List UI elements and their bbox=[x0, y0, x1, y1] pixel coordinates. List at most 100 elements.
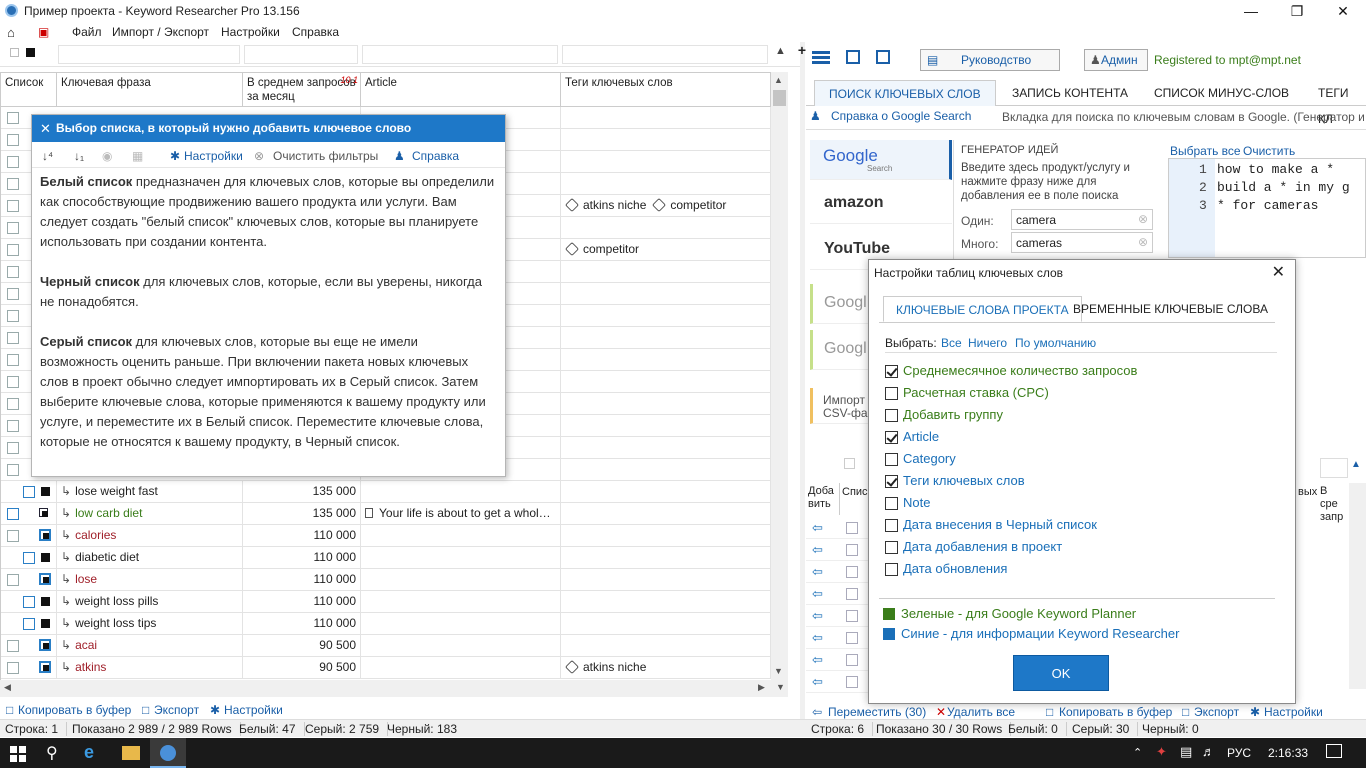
header-avg[interactable]: В сре запр bbox=[1318, 483, 1348, 523]
white-list-checkbox[interactable] bbox=[23, 486, 35, 498]
delete-icon[interactable]: ✕ bbox=[936, 705, 946, 719]
black-list-checkbox[interactable] bbox=[41, 553, 50, 562]
select-default-link[interactable]: По умолчанию bbox=[1015, 336, 1096, 350]
settings-link[interactable]: Настройки bbox=[224, 703, 283, 717]
tags-cell[interactable] bbox=[561, 525, 771, 547]
phrase-filter-input[interactable] bbox=[58, 45, 240, 64]
header-list[interactable]: Список bbox=[1, 73, 57, 107]
explorer-icon[interactable] bbox=[122, 746, 140, 760]
phrase-cell[interactable]: ↳ atkins bbox=[57, 657, 243, 679]
row-checkbox[interactable] bbox=[7, 112, 19, 124]
avg-filter-input[interactable] bbox=[244, 45, 358, 64]
tab-negative-keywords[interactable]: СПИСОК МИНУС-СЛОВ bbox=[1140, 80, 1303, 106]
maximize-button[interactable]: ❐ bbox=[1274, 2, 1320, 22]
filter-white-box[interactable] bbox=[10, 48, 19, 57]
engine-google[interactable]: Google Search bbox=[810, 140, 952, 180]
table-row[interactable]: ⇦ bbox=[806, 649, 868, 671]
table-row[interactable]: ⇦ bbox=[806, 517, 868, 539]
help-icon[interactable]: ♟ bbox=[810, 109, 821, 123]
tags-cell[interactable] bbox=[561, 569, 771, 591]
row-checkbox[interactable] bbox=[846, 610, 858, 622]
popup-help-link[interactable]: Справка bbox=[412, 149, 459, 163]
settings-icon[interactable]: ✱ bbox=[210, 703, 220, 717]
google-search-help-link[interactable]: Справка о Google Search bbox=[831, 109, 971, 123]
filter-black-box[interactable] bbox=[26, 48, 35, 57]
table-row[interactable]: ↳ low carb diet 135 000 Your life is about … bbox=[1, 503, 771, 525]
article-cell[interactable] bbox=[361, 591, 561, 613]
phrase-cell[interactable]: ↳ lose weight fast bbox=[57, 481, 243, 503]
copy-icon[interactable]: □ bbox=[6, 703, 13, 717]
white-list-checkbox[interactable] bbox=[23, 618, 35, 630]
row-checkbox[interactable] bbox=[7, 134, 19, 146]
row-checkbox[interactable] bbox=[7, 354, 19, 366]
option-checkbox[interactable] bbox=[885, 519, 898, 532]
option-checkbox[interactable] bbox=[885, 497, 898, 510]
table-row[interactable]: ↳ lose weight fast 135 000 bbox=[1, 481, 771, 503]
row-checkbox[interactable] bbox=[846, 676, 858, 688]
grid-vertical-scrollbar[interactable]: ▲ ▼ bbox=[771, 72, 788, 680]
row-checkbox[interactable] bbox=[846, 654, 858, 666]
tags-cell[interactable] bbox=[561, 613, 771, 635]
tags-cell[interactable] bbox=[561, 503, 771, 525]
article-cell[interactable] bbox=[361, 613, 561, 635]
scroll-down-icon[interactable]: ▼ bbox=[774, 666, 783, 676]
pane-splitter[interactable]: + bbox=[798, 42, 806, 719]
menu-settings[interactable]: Настройки bbox=[221, 25, 280, 39]
clock[interactable]: 2:16:33 bbox=[1268, 746, 1308, 760]
header-list[interactable]: Списо bbox=[840, 483, 874, 515]
select-all-link[interactable]: Все bbox=[941, 336, 962, 350]
copy-buffer-link[interactable]: Копировать в буфер bbox=[1059, 705, 1172, 719]
network-icon[interactable]: ▤ bbox=[1180, 744, 1192, 760]
phrase-cell[interactable]: ↳ lose bbox=[57, 569, 243, 591]
article-cell[interactable] bbox=[361, 525, 561, 547]
article-cell[interactable] bbox=[361, 481, 561, 503]
row-checkbox[interactable] bbox=[7, 310, 19, 322]
black-list-checkbox[interactable] bbox=[39, 573, 51, 585]
black-list-checkbox[interactable] bbox=[39, 639, 51, 651]
option-checkbox[interactable] bbox=[885, 431, 898, 444]
export-link[interactable]: Экспорт bbox=[1194, 705, 1239, 719]
scroll-left-icon[interactable]: ◀ bbox=[4, 682, 11, 693]
phrase-cell[interactable]: ↳ acai bbox=[57, 635, 243, 657]
tab-content-writing[interactable]: ЗАПИСЬ КОНТЕНТА bbox=[998, 80, 1142, 106]
article-cell[interactable]: Your life is about to get a whol… bbox=[361, 503, 561, 525]
guide-button[interactable]: ▤ Руководство bbox=[920, 49, 1060, 71]
table-row[interactable]: ↳ diabetic diet 110 000 bbox=[1, 547, 771, 569]
row-checkbox[interactable] bbox=[846, 566, 858, 578]
move-link[interactable]: Переместить (30) bbox=[828, 705, 926, 719]
row-checkbox[interactable] bbox=[7, 222, 19, 234]
row-checkbox[interactable] bbox=[7, 244, 19, 256]
article-cell[interactable] bbox=[361, 569, 561, 591]
menu-icon[interactable] bbox=[812, 51, 830, 54]
export-icon[interactable]: □ bbox=[1182, 705, 1189, 719]
grid-horizontal-scrollbar[interactable]: ◀ ▶ ▼ bbox=[0, 680, 788, 697]
black-list-checkbox[interactable] bbox=[41, 597, 50, 606]
settings-link[interactable]: Настройки bbox=[1264, 705, 1323, 719]
move-left-icon[interactable]: ⇦ bbox=[812, 564, 823, 580]
tab-project-keywords[interactable]: КЛЮЧЕВЫЕ СЛОВА ПРОЕКТА bbox=[883, 296, 1082, 322]
black-list-checkbox[interactable] bbox=[39, 508, 48, 517]
move-icon[interactable]: ⇦ bbox=[812, 705, 822, 719]
table-row[interactable]: ↳ acai 90 500 bbox=[1, 635, 771, 657]
copy-buffer-link[interactable]: Копировать в буфер bbox=[18, 703, 131, 717]
option-checkbox[interactable] bbox=[885, 541, 898, 554]
right-grid-scrollbar[interactable] bbox=[1349, 483, 1366, 689]
help-icon[interactable]: ♟ bbox=[394, 149, 405, 163]
move-left-icon[interactable]: ⇦ bbox=[812, 542, 823, 558]
tab-keyword-search[interactable]: ПОИСК КЛЮЧЕВЫХ СЛОВ bbox=[814, 80, 996, 106]
ok-button[interactable]: OK bbox=[1013, 655, 1109, 691]
table-row[interactable]: ⇦ bbox=[806, 627, 868, 649]
close-icon[interactable]: ✕ bbox=[40, 115, 51, 142]
tags-cell[interactable] bbox=[561, 481, 771, 503]
scroll-bottom-icon[interactable]: ▼ bbox=[776, 682, 785, 692]
delete-all-link[interactable]: Удалить все bbox=[947, 705, 1015, 719]
search-icon[interactable]: ⚲ bbox=[46, 743, 58, 763]
option-checkbox[interactable] bbox=[885, 387, 898, 400]
row-checkbox[interactable] bbox=[7, 376, 19, 388]
option-checkbox[interactable] bbox=[885, 409, 898, 422]
move-left-icon[interactable]: ⇦ bbox=[812, 630, 823, 646]
table-row[interactable]: ⇦ bbox=[806, 671, 868, 693]
tab-temporary-keywords[interactable]: ВРЕМЕННЫЕ КЛЮЧЕВЫЕ СЛОВА bbox=[1061, 296, 1280, 322]
header-add[interactable]: Доба вить bbox=[806, 483, 840, 515]
move-left-icon[interactable]: ⇦ bbox=[812, 652, 823, 668]
